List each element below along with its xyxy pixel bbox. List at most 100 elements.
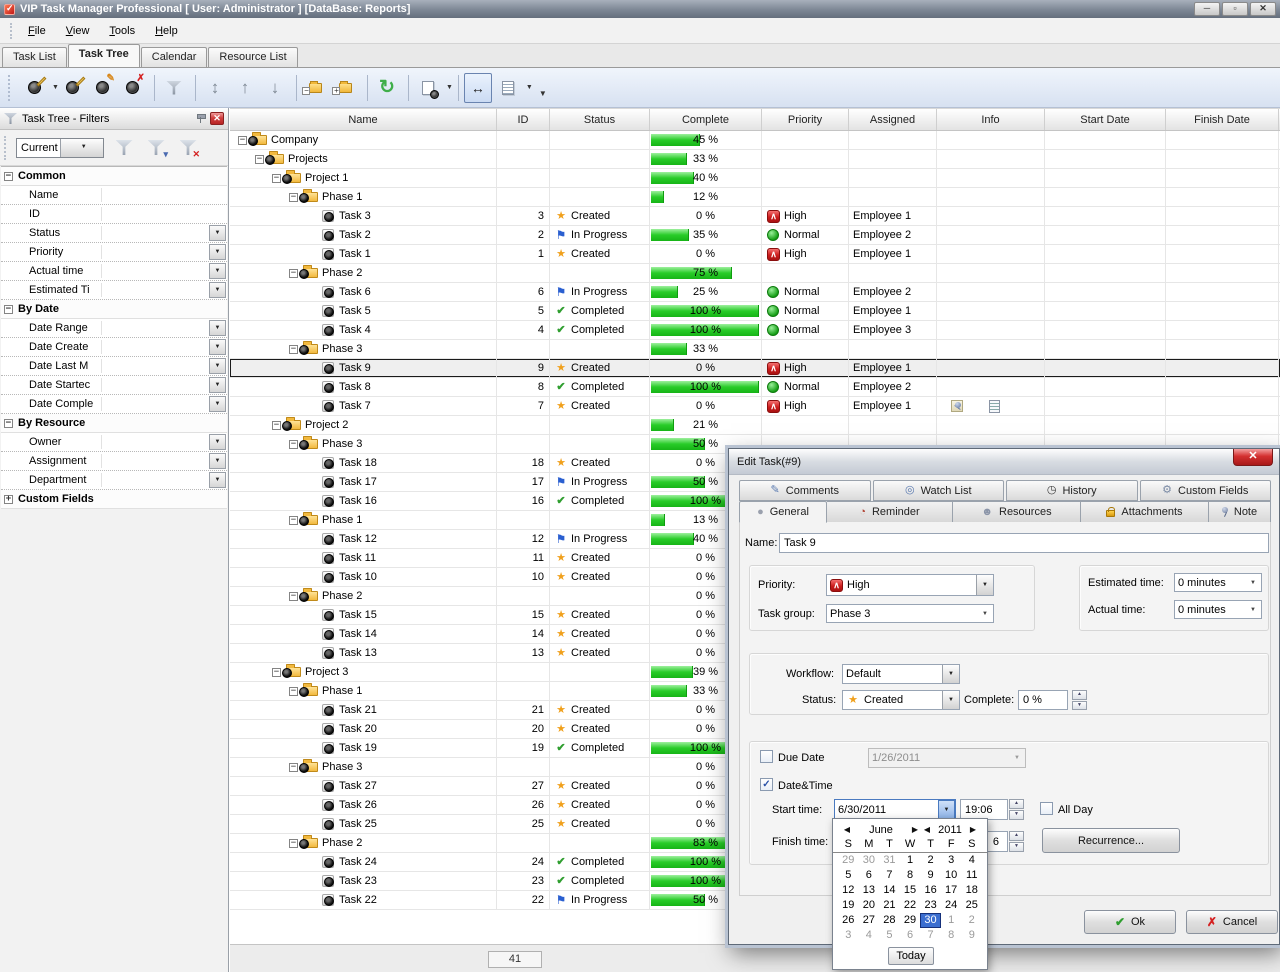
chevron-down-icon[interactable]: ▼ [52, 84, 59, 91]
chevron-down-icon[interactable]: ▼ [209, 225, 226, 241]
apply-filter-button[interactable] [112, 136, 136, 160]
task-name-cell[interactable]: Task 24 [230, 853, 497, 871]
calendar-day[interactable]: 18 [961, 883, 982, 898]
column-header-id[interactable]: ID [497, 109, 550, 130]
tab-resource-list[interactable]: Resource List [208, 47, 297, 67]
task-name-cell[interactable]: Task 2 [230, 226, 497, 244]
task-name-cell[interactable]: −Project 3 [230, 663, 497, 681]
task-name-cell[interactable]: −Phase 2 [230, 587, 497, 605]
close-button[interactable]: ✕ [1250, 2, 1276, 16]
new-item-button[interactable] [20, 73, 48, 103]
calendar-day[interactable]: 6 [900, 928, 921, 943]
table-row[interactable]: Task 88✔Completed100 %NormalEmployee 2 [230, 378, 1280, 397]
menu-tools[interactable]: Tools [109, 25, 135, 37]
prev-year-icon[interactable]: ◀ [921, 825, 933, 834]
workflow-select[interactable]: Default ▼ [842, 664, 960, 684]
chevron-down-icon[interactable]: ▼ [209, 472, 226, 488]
reports-button[interactable] [414, 73, 442, 103]
filter-button[interactable] [160, 73, 188, 103]
calendar-day[interactable]: 4 [859, 928, 880, 943]
filter-row-date-startec[interactable]: Date Startec▼ [1, 376, 227, 395]
tab-calendar[interactable]: Calendar [141, 47, 208, 67]
actual-time-select[interactable]: 0 minutes ▼ [1174, 600, 1262, 619]
calendar-day[interactable]: 16 [920, 883, 941, 898]
table-row[interactable]: −Project 221 % [230, 416, 1280, 435]
calendar-day[interactable]: 4 [961, 853, 982, 868]
collapse-icon[interactable]: − [289, 763, 298, 772]
move-up-button[interactable]: ↑ [231, 73, 259, 103]
collapse-icon[interactable]: − [4, 172, 13, 181]
filter-section-custom-fields[interactable]: +Custom Fields [1, 490, 227, 509]
filter-row-owner[interactable]: Owner▼ [1, 433, 227, 452]
task-name-cell[interactable]: Task 21 [230, 701, 497, 719]
task-name-cell[interactable]: Task 17 [230, 473, 497, 491]
task-name-cell[interactable]: Task 18 [230, 454, 497, 472]
calendar-day[interactable]: 22 [900, 898, 921, 913]
date-time-checkbox[interactable]: ✓ [760, 778, 773, 791]
calendar-day[interactable]: 29 [900, 913, 921, 928]
task-name-cell[interactable]: −Phase 1 [230, 682, 497, 700]
filter-row-date-create[interactable]: Date Create▼ [1, 338, 227, 357]
tab-task-list[interactable]: Task List [2, 47, 67, 67]
chevron-down-icon[interactable]: ▼ [1250, 580, 1256, 586]
calendar-day[interactable]: 14 [879, 883, 900, 898]
calendar-day[interactable]: 7 [920, 928, 941, 943]
chevron-down-icon[interactable]: ▼ [976, 575, 993, 595]
down-arrow-icon[interactable]: ▼ [1009, 842, 1024, 852]
edit-task-button[interactable]: ✎ [89, 73, 117, 103]
chevron-down-icon[interactable]: ▼ [526, 84, 533, 91]
task-name-cell[interactable]: −Phase 2 [230, 834, 497, 852]
filters-close-button[interactable]: ✕ [210, 112, 224, 125]
collapse-icon[interactable]: − [272, 668, 281, 677]
dialog-tab-resources[interactable]: ☻Resources [953, 501, 1081, 523]
column-header-name[interactable]: Name [230, 109, 497, 130]
expand-all-button[interactable]: + [332, 73, 360, 103]
recurrence-button[interactable]: Recurrence... [1042, 828, 1180, 853]
calendar-day[interactable]: 9 [920, 868, 941, 883]
menu-help[interactable]: Help [155, 25, 178, 37]
task-name-cell[interactable]: Task 7 [230, 397, 497, 415]
up-arrow-icon[interactable]: ▲ [1009, 831, 1024, 841]
chevron-down-icon[interactable]: ▼ [942, 691, 959, 709]
filter-row-name[interactable]: Name [1, 186, 227, 205]
calendar-day[interactable]: 1 [941, 913, 962, 928]
table-row[interactable]: Task 22⚑In Progress35 %NormalEmployee 2 [230, 226, 1280, 245]
filter-row-estimated-ti[interactable]: Estimated Ti▼ [1, 281, 227, 300]
filter-section-common[interactable]: −Common [1, 167, 227, 186]
task-name-cell[interactable]: Task 6 [230, 283, 497, 301]
task-name-cell[interactable]: −Phase 3 [230, 435, 497, 453]
table-row[interactable]: Task 55✔Completed100 %NormalEmployee 1 [230, 302, 1280, 321]
dialog-close-button[interactable]: ✕ [1233, 449, 1273, 466]
column-header-status[interactable]: Status [550, 109, 650, 130]
calendar-day[interactable]: 31 [879, 853, 900, 868]
calendar-day[interactable]: 12 [838, 883, 859, 898]
filter-row-assignment[interactable]: Assignment▼ [1, 452, 227, 471]
calendar-day[interactable]: 7 [879, 868, 900, 883]
calendar-day[interactable]: 30 [859, 853, 880, 868]
comment-note-icon[interactable] [989, 400, 1000, 413]
all-day-checkbox[interactable] [1040, 802, 1053, 815]
calendar-day[interactable]: 27 [859, 913, 880, 928]
table-row[interactable]: Task 44✔Completed100 %NormalEmployee 3 [230, 321, 1280, 340]
start-time-input[interactable]: 19:06 [960, 799, 1008, 820]
ok-button[interactable]: ✔ Ok [1084, 910, 1176, 934]
complete-stepper[interactable]: ▲▼ [1072, 690, 1087, 710]
dialog-tab-general[interactable]: ●General [739, 501, 827, 523]
table-row[interactable]: Task 11★Created0 %∧HighEmployee 1 [230, 245, 1280, 264]
refresh-button[interactable]: ↻ [373, 73, 401, 103]
task-name-cell[interactable]: −Phase 3 [230, 758, 497, 776]
calendar-day[interactable]: 11 [961, 868, 982, 883]
calendar-day[interactable]: 2 [920, 853, 941, 868]
calendar-day[interactable]: 20 [859, 898, 880, 913]
cancel-button[interactable]: ✗ Cancel [1186, 910, 1278, 934]
calendar-day[interactable]: 26 [838, 913, 859, 928]
calendar-day[interactable]: 28 [879, 913, 900, 928]
collapse-icon[interactable]: − [4, 419, 13, 428]
next-year-icon[interactable]: ▶ [967, 825, 979, 834]
task-name-cell[interactable]: −Project 2 [230, 416, 497, 434]
chevron-down-icon[interactable]: ▼ [209, 434, 226, 450]
calendar-day[interactable]: 29 [838, 853, 859, 868]
add-task-button[interactable] [59, 73, 87, 103]
task-name-cell[interactable]: Task 19 [230, 739, 497, 757]
table-row[interactable]: −Phase 275 % [230, 264, 1280, 283]
